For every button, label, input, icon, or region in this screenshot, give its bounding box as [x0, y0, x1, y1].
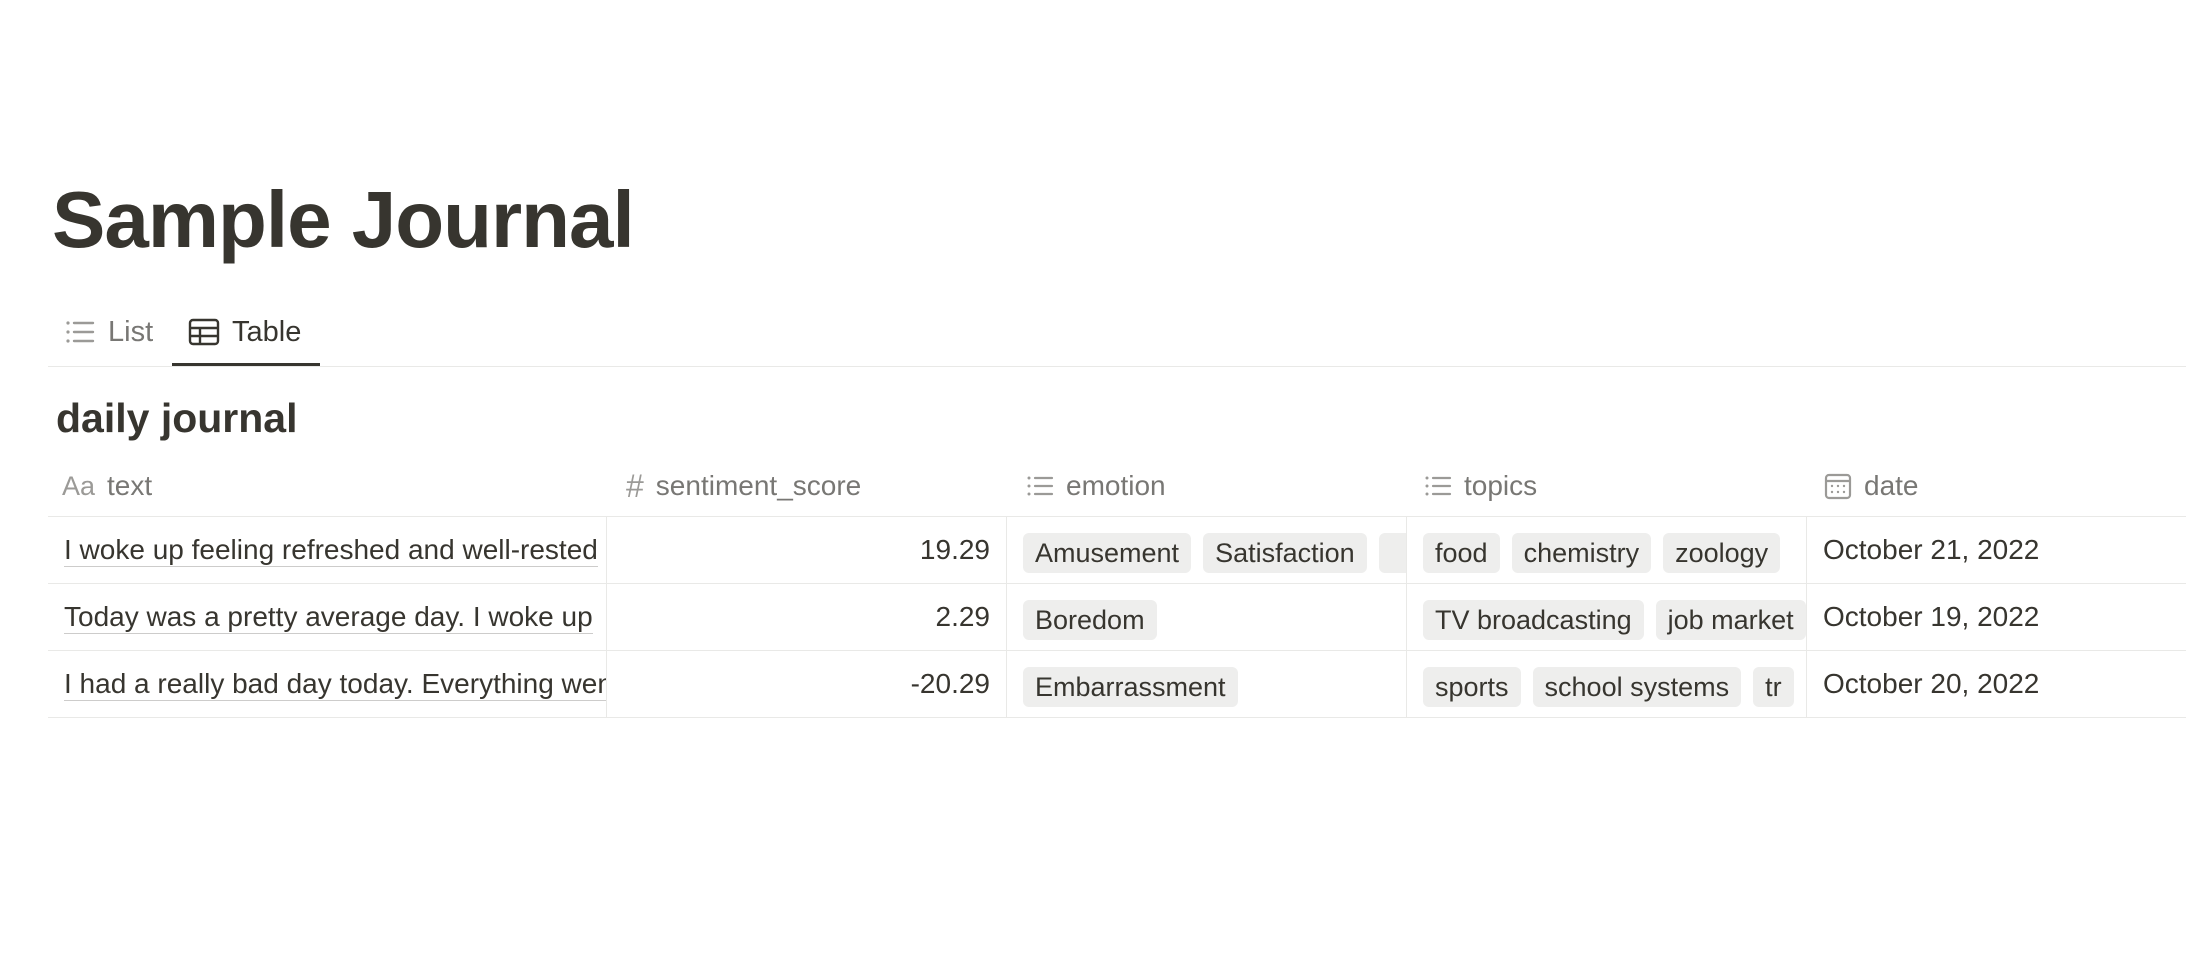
topic-tag: school systems	[1532, 667, 1742, 707]
cell-date[interactable]: October 20, 2022	[1806, 651, 2186, 717]
column-label: emotion	[1066, 470, 1166, 501]
cell-emotion[interactable]: Embarrassment	[1006, 651, 1406, 717]
tab-table-label: Table	[232, 315, 302, 348]
table-row[interactable]: I had a really bad day today. Everything…	[48, 651, 2186, 718]
column-header-topics[interactable]: topics	[1424, 456, 1794, 516]
list-icon	[64, 316, 96, 348]
column-header-sentiment-score[interactable]: # sentiment_score	[626, 456, 996, 516]
topic-tag: zoology	[1663, 533, 1781, 573]
column-header-text[interactable]: Aa text	[62, 456, 602, 516]
cell-sentiment-score[interactable]: -20.29	[606, 651, 1006, 717]
emotion-tag: Satisfaction	[1203, 533, 1367, 573]
cell-topics[interactable]: sports school systems tr	[1406, 651, 1806, 717]
column-header-date[interactable]: date	[1824, 456, 2186, 516]
cell-emotion[interactable]: Boredom	[1006, 584, 1406, 650]
text-property-icon: Aa	[62, 470, 96, 501]
number-property-icon: #	[626, 467, 644, 504]
table-icon	[188, 316, 220, 348]
column-label: text	[107, 470, 153, 501]
column-label: sentiment_score	[655, 470, 862, 501]
cell-sentiment-score[interactable]: 19.29	[606, 517, 1006, 583]
tab-list-label: List	[108, 315, 154, 348]
emotion-tag: Boredom	[1023, 600, 1157, 640]
calendar-icon	[1824, 472, 1852, 500]
column-label: topics	[1464, 470, 1538, 501]
cell-text[interactable]: Today was a pretty average day. I woke u…	[48, 584, 606, 650]
cell-text[interactable]: I had a really bad day today. Everything…	[48, 651, 606, 717]
cell-topics[interactable]: TV broadcasting job market	[1406, 584, 1806, 650]
page-title: Sample Journal	[52, 175, 635, 264]
topic-tag: TV broadcasting	[1423, 600, 1644, 640]
tab-list[interactable]: List	[64, 300, 153, 364]
table-header: Aa text # sentiment_score emotion topics…	[48, 456, 2186, 517]
tab-table[interactable]: Table	[188, 300, 301, 364]
column-header-emotion[interactable]: emotion	[1026, 456, 1396, 516]
cell-emotion[interactable]: Amusement Satisfaction	[1006, 517, 1406, 583]
row-title[interactable]: I had a really bad day today. Everything…	[64, 668, 606, 701]
cell-topics[interactable]: food chemistry zoology	[1406, 517, 1806, 583]
database-table: Aa text # sentiment_score emotion topics…	[48, 456, 2186, 718]
column-label: date	[1864, 470, 1919, 501]
row-title[interactable]: I woke up feeling refreshed and well-res…	[64, 534, 598, 567]
topic-tag: sports	[1423, 667, 1521, 707]
topic-tag: job market	[1655, 600, 1806, 640]
multi-select-icon	[1424, 474, 1452, 498]
cell-sentiment-score[interactable]: 2.29	[606, 584, 1006, 650]
cell-date[interactable]: October 21, 2022	[1806, 517, 2186, 583]
emotion-tag	[1378, 533, 1406, 573]
emotion-tag: Amusement	[1023, 533, 1192, 573]
database-title[interactable]: daily journal	[56, 392, 298, 444]
cell-date[interactable]: October 19, 2022	[1806, 584, 2186, 650]
view-tabs: List Table	[48, 300, 2186, 367]
multi-select-icon	[1026, 474, 1054, 498]
topic-tag: food	[1423, 533, 1500, 573]
table-row[interactable]: Today was a pretty average day. I woke u…	[48, 584, 2186, 651]
page: Sample Journal List Table daily journal …	[0, 0, 2186, 974]
emotion-tag: Embarrassment	[1023, 667, 1238, 707]
cell-text[interactable]: I woke up feeling refreshed and well-res…	[48, 517, 606, 583]
active-tab-indicator	[172, 363, 320, 366]
row-title[interactable]: Today was a pretty average day. I woke u…	[64, 601, 593, 634]
topic-tag: tr	[1753, 667, 1794, 707]
topic-tag: chemistry	[1511, 533, 1652, 573]
table-row[interactable]: I woke up feeling refreshed and well-res…	[48, 517, 2186, 584]
